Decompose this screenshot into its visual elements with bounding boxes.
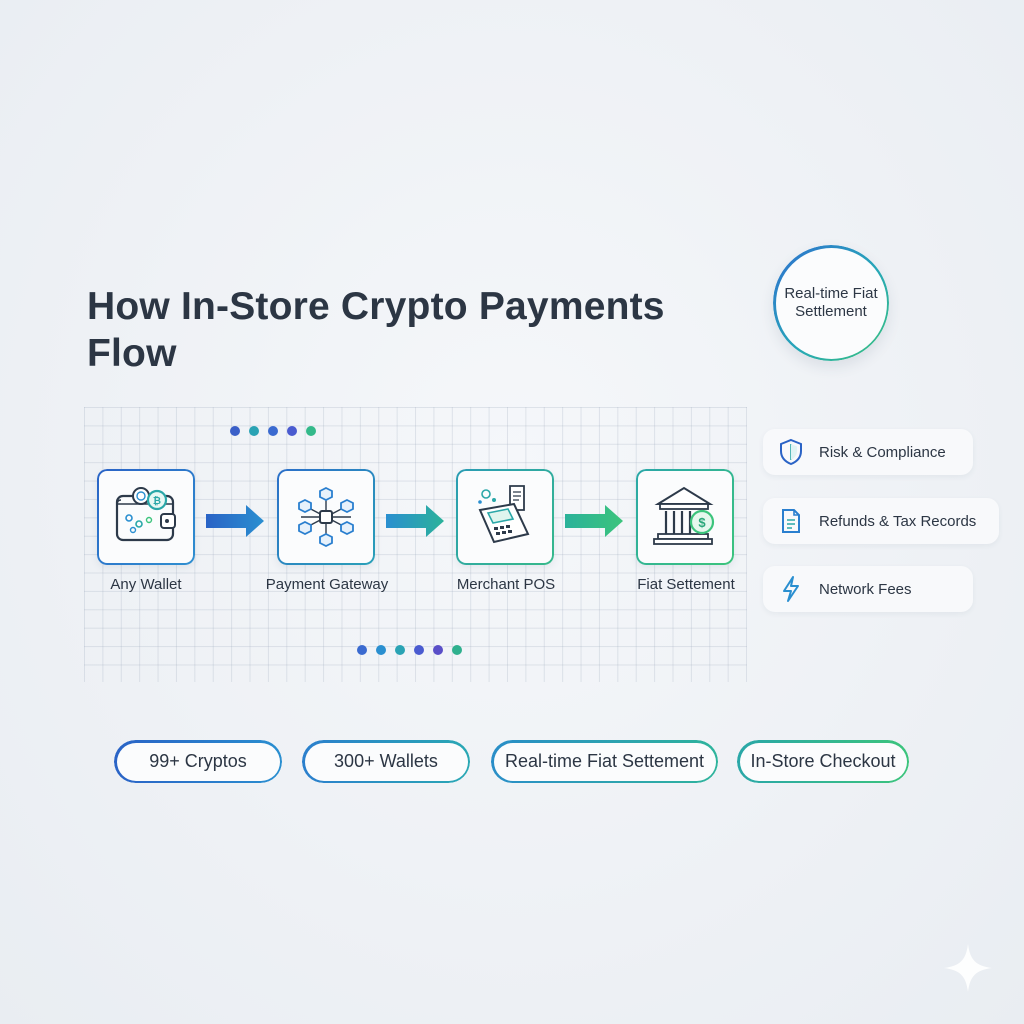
lightning-icon bbox=[763, 575, 819, 603]
side-item-risk-compliance-label: Risk & Compliance bbox=[819, 443, 946, 461]
side-item-risk-compliance: Risk & Compliance bbox=[763, 429, 973, 475]
settlement-badge: Real-time Fiat Settlement bbox=[773, 245, 889, 361]
pill-wallets-label: 300+ Wallets bbox=[334, 751, 438, 771]
settlement-badge-label: Real-time Fiat Settlement bbox=[784, 285, 878, 320]
pos-terminal-icon bbox=[478, 485, 530, 544]
shield-icon bbox=[763, 438, 819, 466]
flow-arrow-1 bbox=[206, 505, 264, 537]
merchant-pos-node bbox=[456, 469, 554, 565]
side-item-refunds-tax: Refunds & Tax Records bbox=[763, 498, 999, 544]
merchant-pos-label: Merchant POS bbox=[456, 576, 556, 593]
network-nodes-icon bbox=[298, 486, 354, 548]
fiat-settlement-label: Fiat Settement bbox=[637, 576, 735, 593]
flow-arrow-2 bbox=[386, 505, 444, 537]
pill-fiat-settlement: Real-time Fiat Settement bbox=[491, 740, 718, 783]
sparkle-icon bbox=[944, 944, 992, 992]
pill-cryptos-label: 99+ Cryptos bbox=[149, 751, 247, 771]
wallet-icon: ₿ bbox=[115, 487, 176, 542]
payment-gateway-label: Payment Gateway bbox=[265, 576, 389, 593]
side-item-refunds-tax-label: Refunds & Tax Records bbox=[819, 512, 977, 530]
pill-in-store-checkout: In-Store Checkout bbox=[737, 740, 909, 783]
page-title: How In-Store Crypto Payments Flow bbox=[87, 285, 665, 375]
side-item-network-fees-label: Network Fees bbox=[819, 580, 912, 598]
svg-text:$: $ bbox=[698, 515, 706, 530]
pill-fiat-settlement-label: Real-time Fiat Settement bbox=[504, 751, 705, 771]
payment-gateway-node bbox=[277, 469, 375, 565]
pill-wallets: 300+ Wallets bbox=[302, 740, 470, 783]
bank-icon: $ bbox=[653, 486, 715, 545]
document-icon bbox=[763, 508, 819, 534]
svg-text:₿: ₿ bbox=[153, 495, 161, 507]
pill-cryptos: 99+ Cryptos bbox=[114, 740, 282, 783]
side-item-network-fees: Network Fees bbox=[763, 566, 973, 612]
pill-in-store-checkout-label: In-Store Checkout bbox=[750, 751, 896, 771]
any-wallet-node: ₿ bbox=[97, 469, 195, 565]
decorative-dots-top bbox=[230, 426, 316, 436]
any-wallet-label: Any Wallet bbox=[110, 576, 182, 593]
decorative-dots-bottom bbox=[357, 645, 462, 655]
fiat-settlement-node: $ bbox=[636, 469, 734, 565]
flow-arrow-3 bbox=[565, 505, 623, 537]
